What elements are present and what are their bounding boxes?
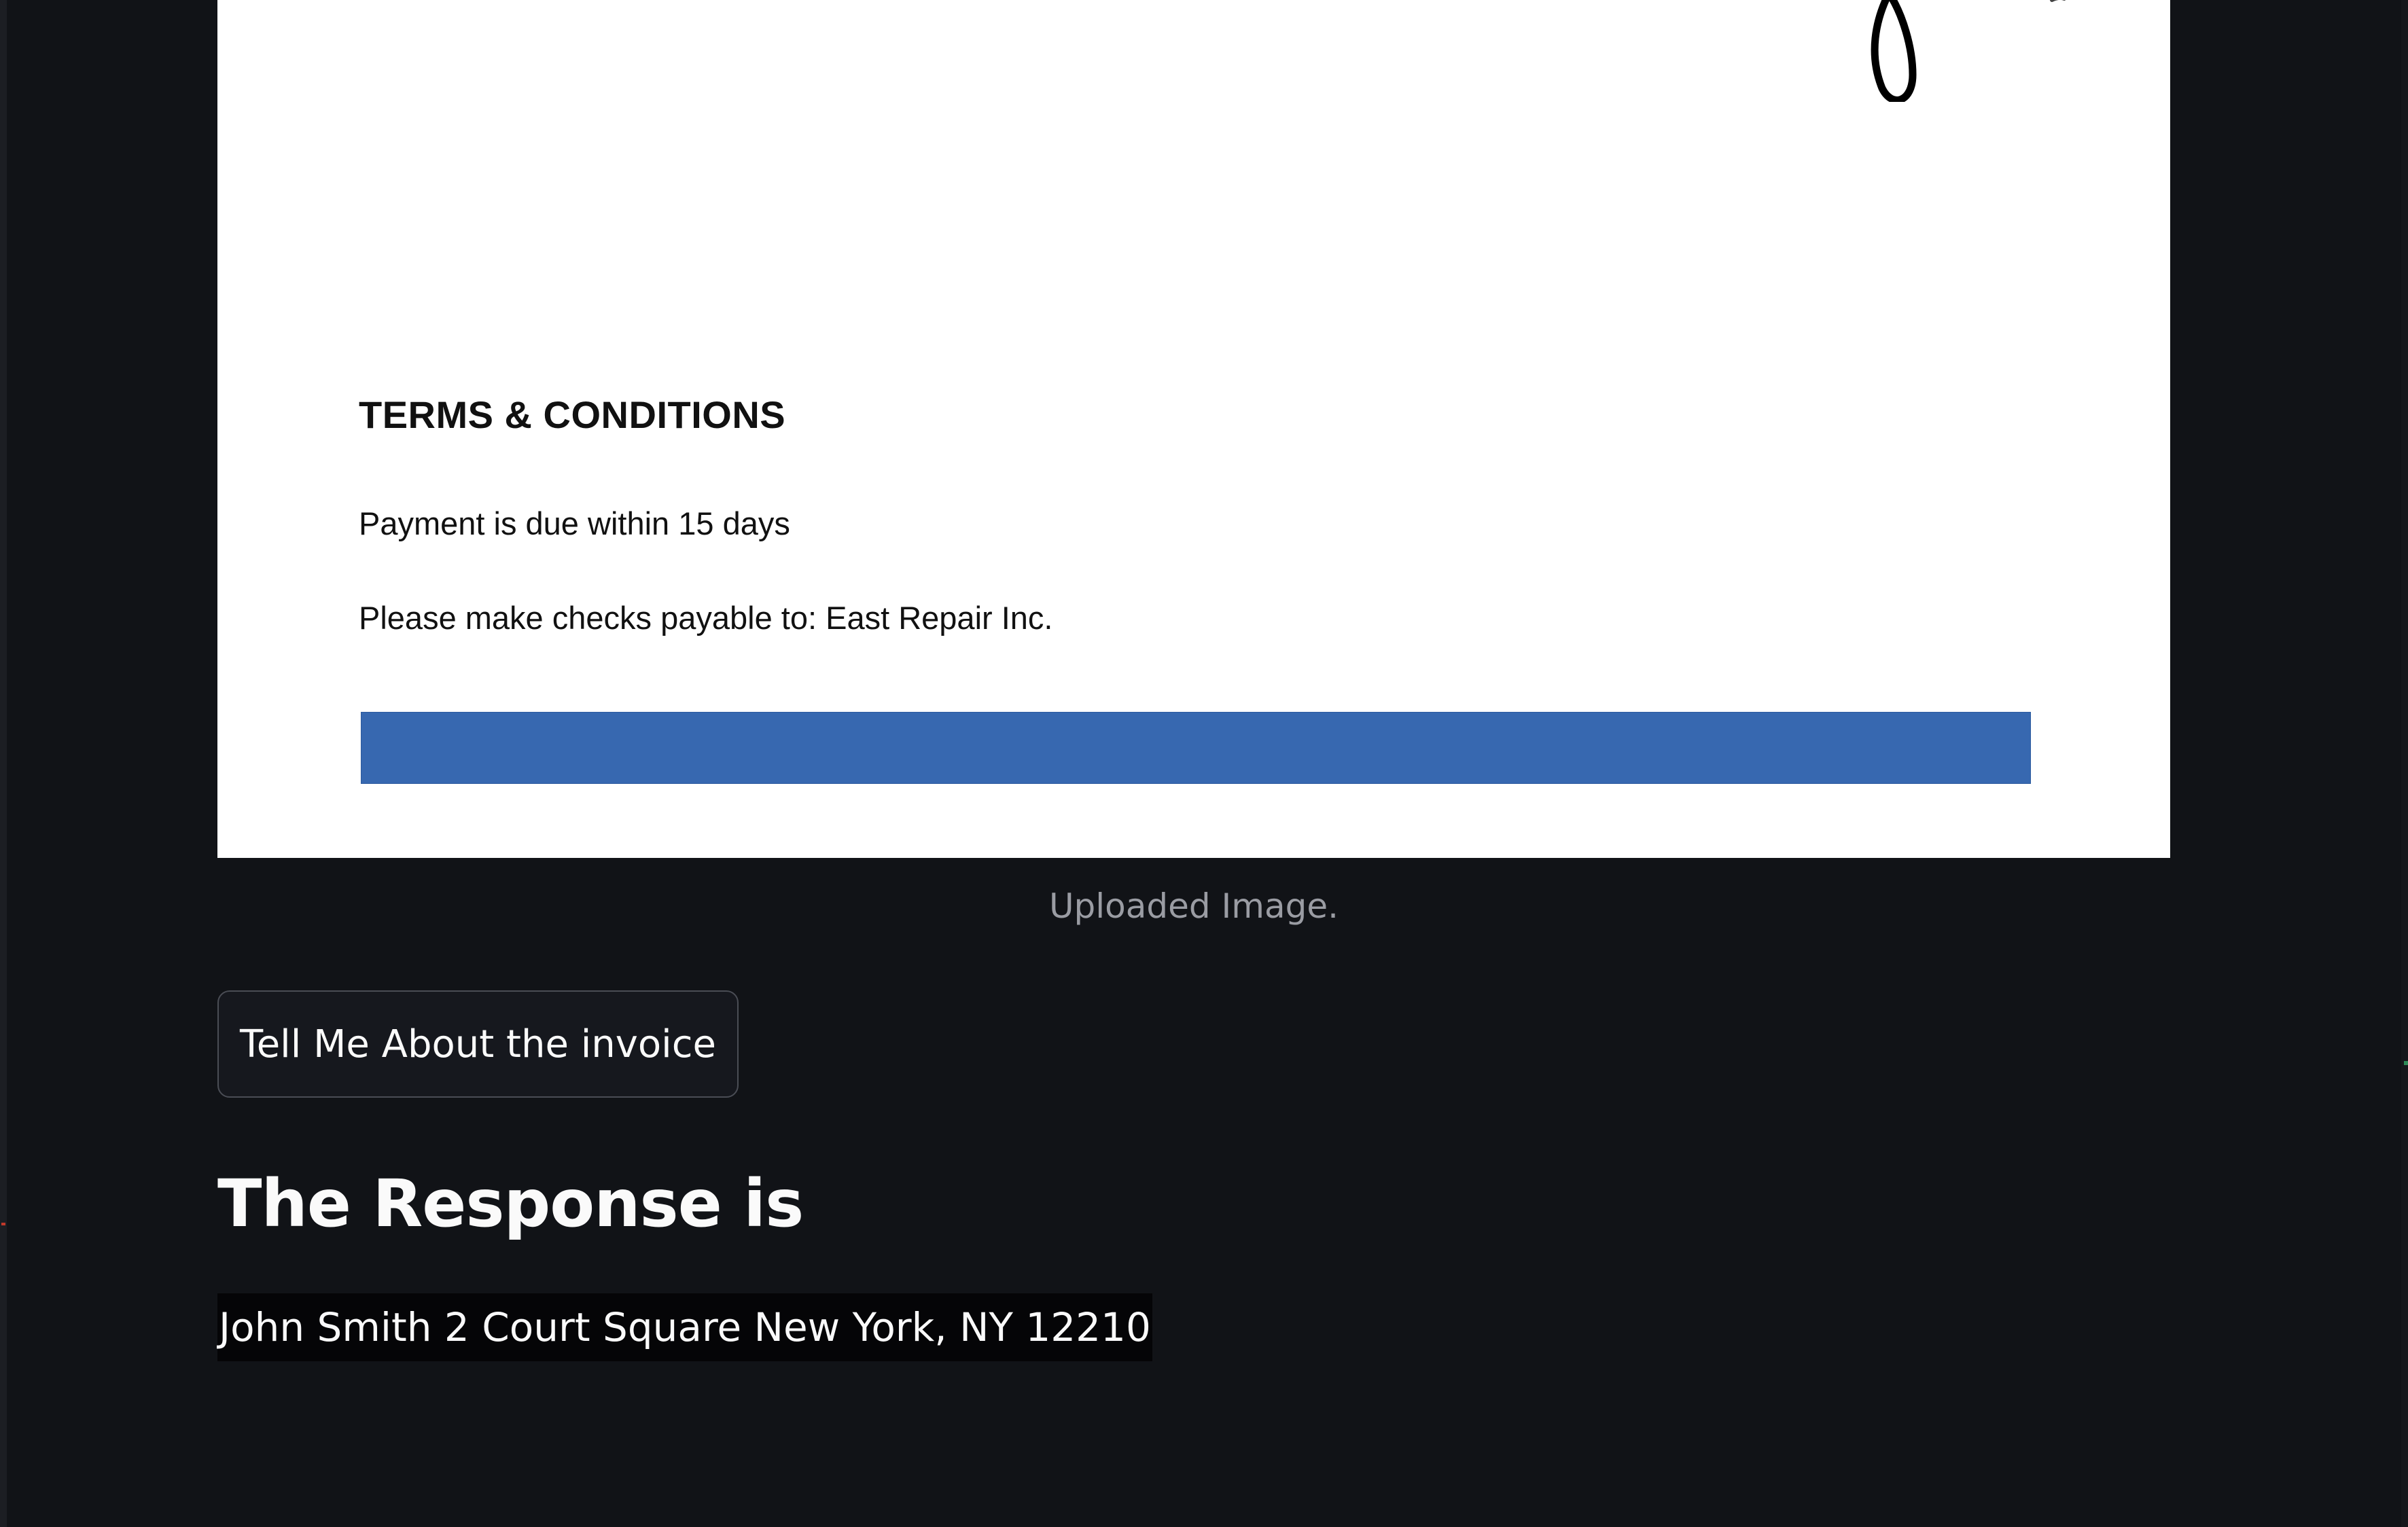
tell-me-about-invoice-button[interactable]: Tell Me About the invoice xyxy=(217,990,739,1098)
response-heading: The Response is xyxy=(217,1166,804,1242)
right-scrollbar[interactable] xyxy=(2401,0,2408,1527)
terms-checks-line: Please make checks payable to: East Repa… xyxy=(359,600,1053,636)
signature-mark xyxy=(1871,0,2066,102)
app-window: TERMS & CONDITIONS Payment is due within… xyxy=(0,0,2408,1527)
left-edge-strip xyxy=(0,0,7,1527)
uploaded-invoice-image: TERMS & CONDITIONS Payment is due within… xyxy=(217,0,2170,858)
edge-marker xyxy=(1,1223,5,1225)
invoice-footer-bar xyxy=(361,712,2031,784)
edge-marker xyxy=(2404,1061,2408,1065)
image-caption: Uploaded Image. xyxy=(1048,886,1339,926)
response-text: John Smith 2 Court Square New York, NY 1… xyxy=(217,1293,1152,1361)
terms-payment-line: Payment is due within 15 days xyxy=(359,505,790,541)
terms-title: TERMS & CONDITIONS xyxy=(359,393,786,436)
